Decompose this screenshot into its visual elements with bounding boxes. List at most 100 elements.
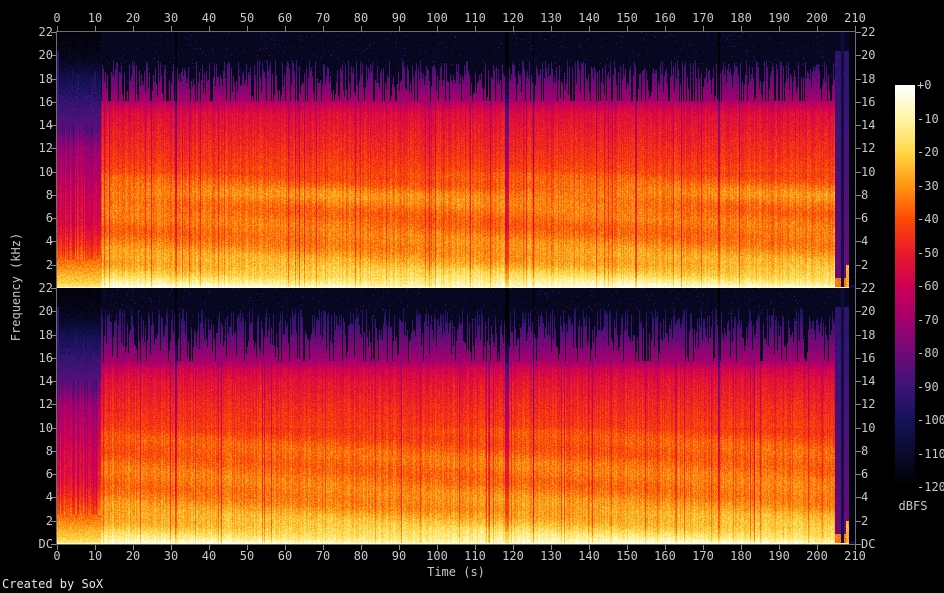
freq-tick-label-left: 14 <box>38 118 53 133</box>
colorbar-title: dBFS <box>898 499 928 513</box>
freq-tick-label-right: 10 <box>861 420 876 435</box>
x-tick-label-top: 70 <box>315 11 331 25</box>
freq-tick-label-right: 18 <box>861 71 876 86</box>
x-tick-label-bottom: 50 <box>239 549 255 563</box>
x-tick-mark-top <box>627 26 628 31</box>
x-tick-label-bottom: 70 <box>315 549 331 563</box>
freq-tick-label-right: 22 <box>861 25 876 39</box>
freq-tick-label-left: 14 <box>38 374 53 389</box>
freq-tick-label-left: 10 <box>38 164 53 179</box>
x-tick-label-bottom: 110 <box>464 549 486 563</box>
freq-tick-label-left: 8 <box>45 187 53 202</box>
x-tick-label-bottom: 100 <box>426 549 448 563</box>
x-tick-mark-top <box>741 26 742 31</box>
freq-tick-label-left: 16 <box>38 94 53 109</box>
freq-tick-label-right: 6 <box>861 467 869 482</box>
x-tick-label-bottom: 170 <box>692 549 714 563</box>
x-tick-mark-top <box>855 26 856 31</box>
x-tick-label-bottom: 120 <box>502 549 524 563</box>
x-tick-mark-top <box>817 26 818 31</box>
x-tick-label-top: 120 <box>502 11 524 25</box>
colorbar-tick-label: -60 <box>917 279 939 293</box>
freq-tick-label-right: 20 <box>861 304 876 319</box>
x-tick-label-bottom: 40 <box>201 549 217 563</box>
colorbar <box>895 85 915 487</box>
x-axis-title: Time (s) <box>427 565 485 579</box>
x-tick-label-top: 190 <box>768 11 790 25</box>
freq-tick-label-right: 16 <box>861 94 876 109</box>
x-tick-label-top: 0 <box>53 11 61 25</box>
x-tick-label-top: 20 <box>125 11 141 25</box>
freq-tick-label-left: 10 <box>38 420 53 435</box>
sox-spectrogram-window: 0 0 10 10 20 20 30 30 40 40 50 50 60 60 70 70 80 80 90 90 10… <box>0 0 944 593</box>
x-tick-mark-top <box>361 26 362 31</box>
x-tick-label-top: 110 <box>464 11 486 25</box>
x-tick-label-bottom: 0 <box>53 549 61 563</box>
x-tick-label-top: 30 <box>163 11 179 25</box>
colorbar-tick-label: -20 <box>917 145 939 159</box>
freq-tick-label-right: 12 <box>861 397 876 412</box>
x-tick-mark-top <box>171 26 172 31</box>
colorbar-tick-label: -110 <box>917 446 944 461</box>
colorbar-tick-label: -10 <box>917 111 939 126</box>
freq-tick-label-left: 2 <box>45 257 53 272</box>
freq-tick-label-right: 20 <box>861 48 876 63</box>
x-tick-mark-top <box>665 26 666 31</box>
freq-tick-label-left: 8 <box>45 443 53 458</box>
x-tick-label-top: 100 <box>426 11 448 25</box>
freq-tick-label-left: 20 <box>38 48 53 63</box>
freq-tick-label-right: 16 <box>861 350 876 365</box>
x-tick-label-top: 60 <box>277 11 293 25</box>
x-tick-label-top: 170 <box>692 11 714 25</box>
x-tick-label-top: 140 <box>578 11 600 25</box>
x-tick-label-bottom: 80 <box>353 549 369 563</box>
freq-tick-label-left: 20 <box>38 304 53 319</box>
x-tick-label-bottom: 180 <box>730 549 752 563</box>
x-tick-label-bottom: 190 <box>768 549 790 563</box>
colorbar-tick-label: -70 <box>917 312 939 327</box>
freq-tick-label-right: 14 <box>861 374 876 389</box>
freq-tick-label-left: 18 <box>38 71 53 86</box>
freq-tick-label-right: 18 <box>861 327 876 342</box>
x-tick-label-top: 130 <box>540 11 562 25</box>
colorbar-tick-label: -30 <box>917 178 939 193</box>
footer-credit: Created by SoX <box>2 577 104 591</box>
colorbar-tick-label: -80 <box>917 346 939 360</box>
x-tick-label-bottom: 130 <box>540 549 562 563</box>
x-tick-label-bottom: 10 <box>87 549 103 563</box>
freq-tick-label-right: 4 <box>861 234 869 249</box>
colorbar-tick-label: -100 <box>917 413 944 427</box>
y-axis-title: Frequency (kHz) <box>9 232 23 342</box>
freq-tick-label-left: 12 <box>38 397 53 412</box>
freq-tick-label-right: 6 <box>861 211 869 226</box>
colorbar-tick-label: -120 <box>917 480 944 494</box>
freq-tick-label-left: 6 <box>45 467 53 482</box>
x-tick-label-top: 40 <box>201 11 217 25</box>
freq-tick-label-left: 12 <box>38 141 53 156</box>
x-tick-mark-top <box>551 26 552 31</box>
freq-tick-label-left: DC <box>38 537 53 551</box>
colorbar-tick-label: +0 <box>917 78 932 92</box>
x-tick-mark-top <box>589 26 590 31</box>
freq-tick-label-left: 4 <box>45 234 53 249</box>
x-tick-label-bottom: 150 <box>616 549 638 563</box>
freq-tick-label-left: 22 <box>38 25 53 39</box>
x-tick-mark-top <box>399 26 400 31</box>
freq-tick-label-right: 14 <box>861 118 876 133</box>
x-tick-label-bottom: 200 <box>806 549 828 563</box>
x-tick-label-top: 90 <box>391 11 407 25</box>
x-tick-mark-top <box>513 26 514 31</box>
x-tick-mark-top <box>133 26 134 31</box>
freq-tick-label-left: 4 <box>45 490 53 505</box>
x-tick-mark-top <box>57 26 58 31</box>
freq-tick-label-left: 6 <box>45 211 53 226</box>
x-tick-mark-top <box>437 26 438 31</box>
x-tick-label-top: 10 <box>87 11 103 25</box>
x-tick-mark-top <box>247 26 248 31</box>
colorbar-tick-label: -50 <box>917 245 939 260</box>
freq-tick-label-right: 8 <box>861 187 869 202</box>
x-tick-label-top: 200 <box>806 11 828 25</box>
freq-tick-label-right: 12 <box>861 141 876 156</box>
x-tick-label-bottom: 30 <box>163 549 179 563</box>
x-tick-mark-top <box>475 26 476 31</box>
